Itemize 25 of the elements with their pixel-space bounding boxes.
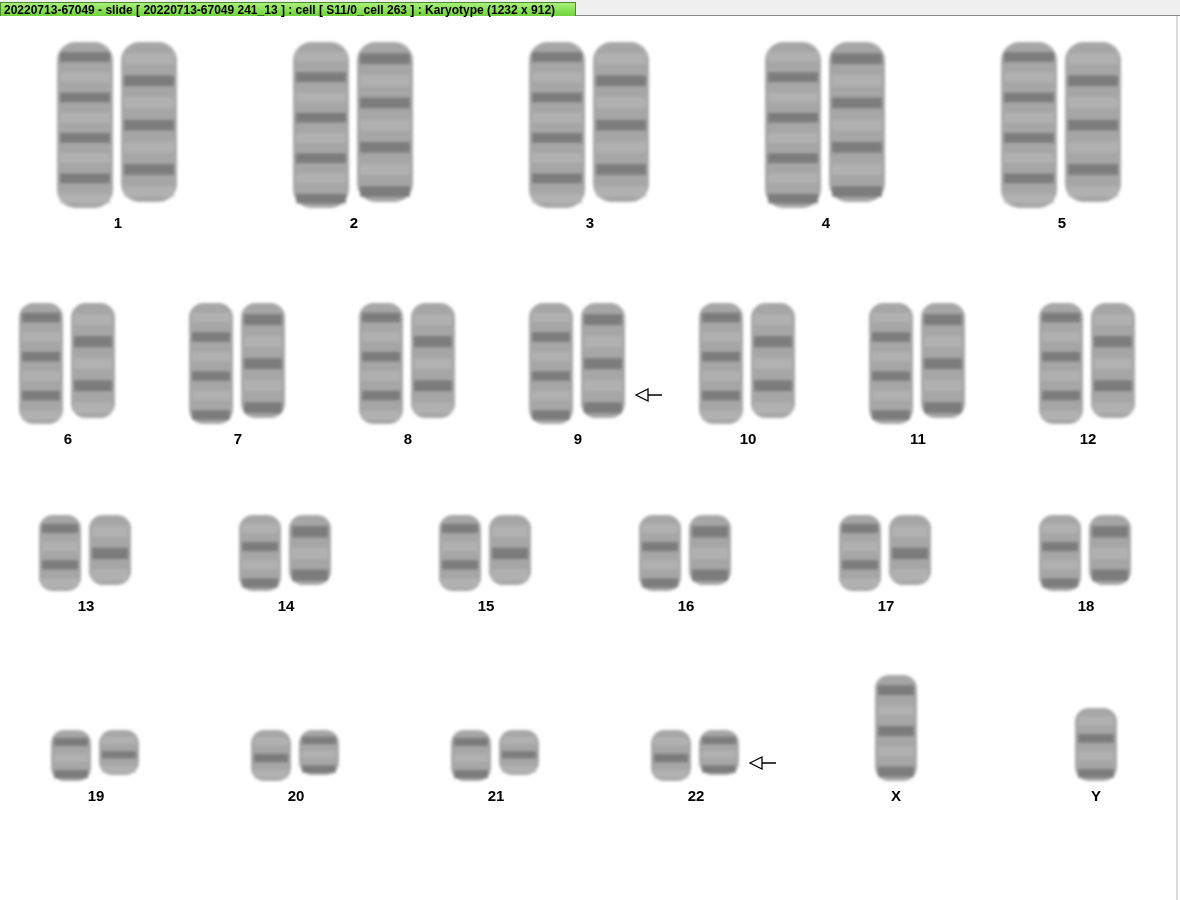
chromosome-label: 7 bbox=[233, 430, 243, 448]
chromosome-label: 14 bbox=[277, 597, 295, 615]
chromosome-label: 6 bbox=[63, 430, 73, 448]
chromosome-label: 17 bbox=[877, 597, 895, 615]
chromosome-label: 13 bbox=[77, 597, 95, 615]
chromosome-label: 19 bbox=[87, 787, 105, 805]
chromosome-label: 9 bbox=[573, 430, 583, 448]
chromosome-label: 16 bbox=[677, 597, 695, 615]
chromosome-label: 3 bbox=[585, 214, 595, 232]
chromosome-label: 22 bbox=[687, 787, 705, 805]
window-title[interactable]: 20220713-67049 - slide [ 20220713-67049 241_13 ] : cell [ S11/0_cell 263 ] : Karyotype (1232 x 912) bbox=[0, 2, 577, 16]
chromosome-label: 20 bbox=[287, 787, 305, 805]
chromosome-label: 12 bbox=[1079, 430, 1097, 448]
chromosome-label: 8 bbox=[403, 430, 413, 448]
chromosome-label: 4 bbox=[821, 214, 831, 232]
chromosome-label: X bbox=[891, 787, 901, 805]
chromosome-label: 2 bbox=[349, 214, 359, 232]
chromosome-label: 11 bbox=[910, 430, 926, 448]
chromosome-label: Y bbox=[1091, 787, 1101, 805]
chromosome-label: 5 bbox=[1057, 214, 1067, 232]
chromosome-label: 15 bbox=[477, 597, 495, 615]
chromosome-label: 21 bbox=[487, 787, 505, 805]
chromosome-label: 1 bbox=[113, 214, 123, 232]
chromosome-label: 10 bbox=[739, 430, 757, 448]
chromosome-label: 18 bbox=[1077, 597, 1095, 615]
